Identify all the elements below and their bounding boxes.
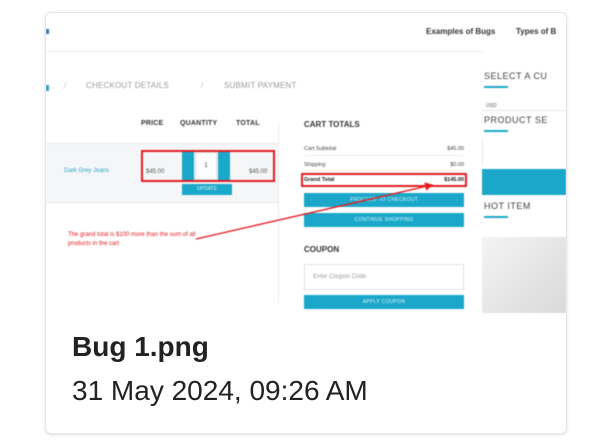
attachment-card[interactable]: Examples of Bugs Types of B / CHECKOUT D… <box>45 12 567 434</box>
attachment-filename: Bug 1.png <box>72 331 209 362</box>
attachment-date: 31 May 2024, 09:26 AM <box>72 375 368 406</box>
annotation-arrow <box>195 182 434 240</box>
bug-screenshot: Examples of Bugs Types of B / CHECKOUT D… <box>46 13 566 313</box>
